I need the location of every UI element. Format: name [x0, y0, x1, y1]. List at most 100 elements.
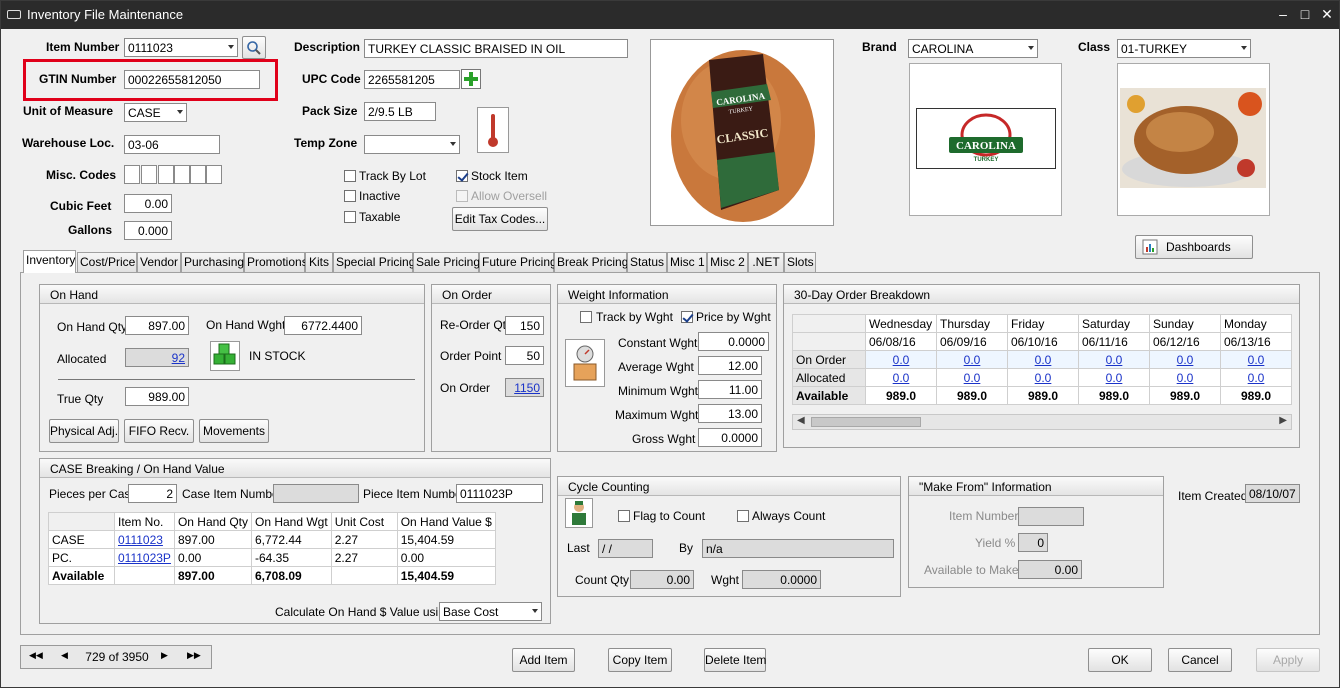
- allocated-field[interactable]: 92: [125, 348, 189, 367]
- allocated-cell[interactable]: 0.0: [1149, 368, 1221, 387]
- allow-oversell-checkbox[interactable]: [456, 190, 468, 202]
- track-by-wght-checkbox[interactable]: [580, 311, 592, 323]
- gallons-field[interactable]: 0.000: [124, 221, 172, 240]
- tab-slots[interactable]: Slots: [784, 252, 816, 272]
- allocated-link[interactable]: 0.0: [893, 371, 910, 385]
- on-order-link[interactable]: 1150: [514, 381, 540, 395]
- tab-misc-1[interactable]: Misc 1: [667, 252, 707, 272]
- on-order-field[interactable]: 1150: [505, 378, 544, 397]
- misc-code-2[interactable]: [141, 165, 157, 184]
- misc-code-1[interactable]: [124, 165, 140, 184]
- cubic-feet-field[interactable]: 0.00: [124, 194, 172, 213]
- on-order-cell[interactable]: 0.0: [1007, 350, 1079, 369]
- movements-button[interactable]: Movements: [199, 419, 269, 443]
- close-button[interactable]: ✕: [1317, 5, 1337, 23]
- cancel-button[interactable]: Cancel: [1168, 648, 1232, 672]
- allocated-link[interactable]: 0.0: [1177, 371, 1194, 385]
- average-wght-field[interactable]: 12.00: [698, 356, 762, 375]
- track-by-lot-checkbox[interactable]: [344, 170, 356, 182]
- upc-field[interactable]: 2265581205: [364, 70, 460, 89]
- price-by-wght-checkbox[interactable]: [681, 311, 693, 323]
- case-item-number-field[interactable]: [273, 484, 359, 503]
- make-from-item-field[interactable]: [1018, 507, 1084, 526]
- gross-wght-field[interactable]: 0.0000: [698, 428, 762, 447]
- dashboards-button[interactable]: Dashboards: [1135, 235, 1253, 259]
- order-point-field[interactable]: 50: [505, 346, 544, 365]
- item-number-combo[interactable]: 0111023: [124, 38, 238, 57]
- on-order-cell[interactable]: 0.0: [1078, 350, 1150, 369]
- tab-purchasing[interactable]: Purchasing: [181, 252, 244, 272]
- on-order-cell[interactable]: 0.0: [865, 350, 937, 369]
- item-cell[interactable]: 0111023: [114, 530, 175, 549]
- add-item-button[interactable]: Add Item: [512, 648, 575, 672]
- on-order-link[interactable]: 0.0: [1035, 353, 1052, 367]
- allocated-cell[interactable]: 0.0: [1220, 368, 1292, 387]
- reorder-qty-field[interactable]: 150: [505, 316, 544, 335]
- first-record-icon[interactable]: ◀◀: [29, 650, 43, 661]
- on-order-cell[interactable]: 0.0: [936, 350, 1008, 369]
- scroll-thumb[interactable]: [811, 417, 921, 427]
- allocated-link[interactable]: 0.0: [1035, 371, 1052, 385]
- on-order-link[interactable]: 0.0: [1106, 353, 1123, 367]
- on-hand-qty-field[interactable]: 897.00: [125, 316, 189, 335]
- misc-code-5[interactable]: [190, 165, 206, 184]
- item-cell[interactable]: 0111023P: [114, 548, 175, 567]
- previous-record-icon[interactable]: ◀: [61, 650, 68, 661]
- available-to-make-field[interactable]: 0.00: [1018, 560, 1082, 579]
- item-search-button[interactable]: [242, 36, 266, 59]
- count-wght-field[interactable]: 0.0000: [742, 570, 821, 589]
- tab-misc-2[interactable]: Misc 2: [707, 252, 748, 272]
- uom-combo[interactable]: CASE: [124, 103, 187, 122]
- misc-code-3[interactable]: [158, 165, 174, 184]
- temp-zone-button[interactable]: [477, 107, 509, 153]
- allocated-cell[interactable]: 0.0: [865, 368, 937, 387]
- warehouse-field[interactable]: 03-06: [124, 135, 220, 154]
- tab-net[interactable]: .NET: [748, 252, 784, 272]
- allocated-link[interactable]: 0.0: [964, 371, 981, 385]
- delete-item-button[interactable]: Delete Item: [704, 648, 766, 672]
- copy-item-button[interactable]: Copy Item: [608, 648, 672, 672]
- stock-item-checkbox[interactable]: [456, 170, 468, 182]
- allocated-cell[interactable]: 0.0: [936, 368, 1008, 387]
- item-link[interactable]: 0111023: [118, 533, 163, 547]
- piece-item-number-field[interactable]: 0111023P: [456, 484, 543, 503]
- description-field[interactable]: TURKEY CLASSIC BRAISED IN OIL: [364, 39, 628, 58]
- on-order-link[interactable]: 0.0: [893, 353, 910, 367]
- tab-future-pricing[interactable]: Future Pricing: [479, 252, 557, 272]
- tab-cost-price[interactable]: Cost/Price: [77, 252, 137, 272]
- allocated-cell[interactable]: 0.0: [1078, 368, 1150, 387]
- tab-inventory[interactable]: Inventory: [23, 250, 76, 273]
- add-upc-button[interactable]: [461, 69, 481, 89]
- horizontal-scrollbar[interactable]: ◀ ▶: [792, 414, 1292, 430]
- tab-break-pricing[interactable]: Break Pricing: [554, 252, 628, 272]
- on-order-link[interactable]: 0.0: [964, 353, 981, 367]
- edit-tax-codes-button[interactable]: Edit Tax Codes...: [452, 207, 548, 231]
- tab-promotions[interactable]: Promotions: [244, 252, 308, 272]
- item-link[interactable]: 0111023P: [118, 551, 171, 565]
- inactive-checkbox[interactable]: [344, 190, 356, 202]
- item-created-field[interactable]: 08/10/07: [1245, 484, 1300, 503]
- on-hand-wght-field[interactable]: 6772.4400: [284, 316, 362, 335]
- scroll-left-icon[interactable]: ◀: [797, 415, 805, 426]
- on-order-cell[interactable]: 0.0: [1220, 350, 1292, 369]
- scroll-right-icon[interactable]: ▶: [1279, 415, 1287, 426]
- flag-to-count-checkbox[interactable]: [618, 510, 630, 522]
- brand-combo[interactable]: CAROLINA: [908, 39, 1038, 58]
- calc-on-hand-combo[interactable]: Base Cost: [439, 602, 542, 621]
- on-order-link[interactable]: 0.0: [1177, 353, 1194, 367]
- misc-code-4[interactable]: [174, 165, 190, 184]
- allocated-link[interactable]: 0.0: [1248, 371, 1265, 385]
- tab-status[interactable]: Status: [627, 252, 667, 272]
- count-qty-field[interactable]: 0.00: [630, 570, 694, 589]
- always-count-checkbox[interactable]: [737, 510, 749, 522]
- by-field[interactable]: n/a: [702, 539, 894, 558]
- taxable-checkbox[interactable]: [344, 211, 356, 223]
- tab-kits[interactable]: Kits: [305, 252, 333, 272]
- constant-wght-field[interactable]: 0.0000: [698, 332, 769, 351]
- fifo-recv-button[interactable]: FIFO Recv.: [124, 419, 194, 443]
- last-record-icon[interactable]: ▶▶: [187, 650, 201, 661]
- tab-vendor[interactable]: Vendor: [137, 252, 181, 272]
- gtin-field[interactable]: 00022655812050: [124, 70, 260, 89]
- class-combo[interactable]: 01-TURKEY: [1117, 39, 1251, 58]
- apply-button[interactable]: Apply: [1256, 648, 1320, 672]
